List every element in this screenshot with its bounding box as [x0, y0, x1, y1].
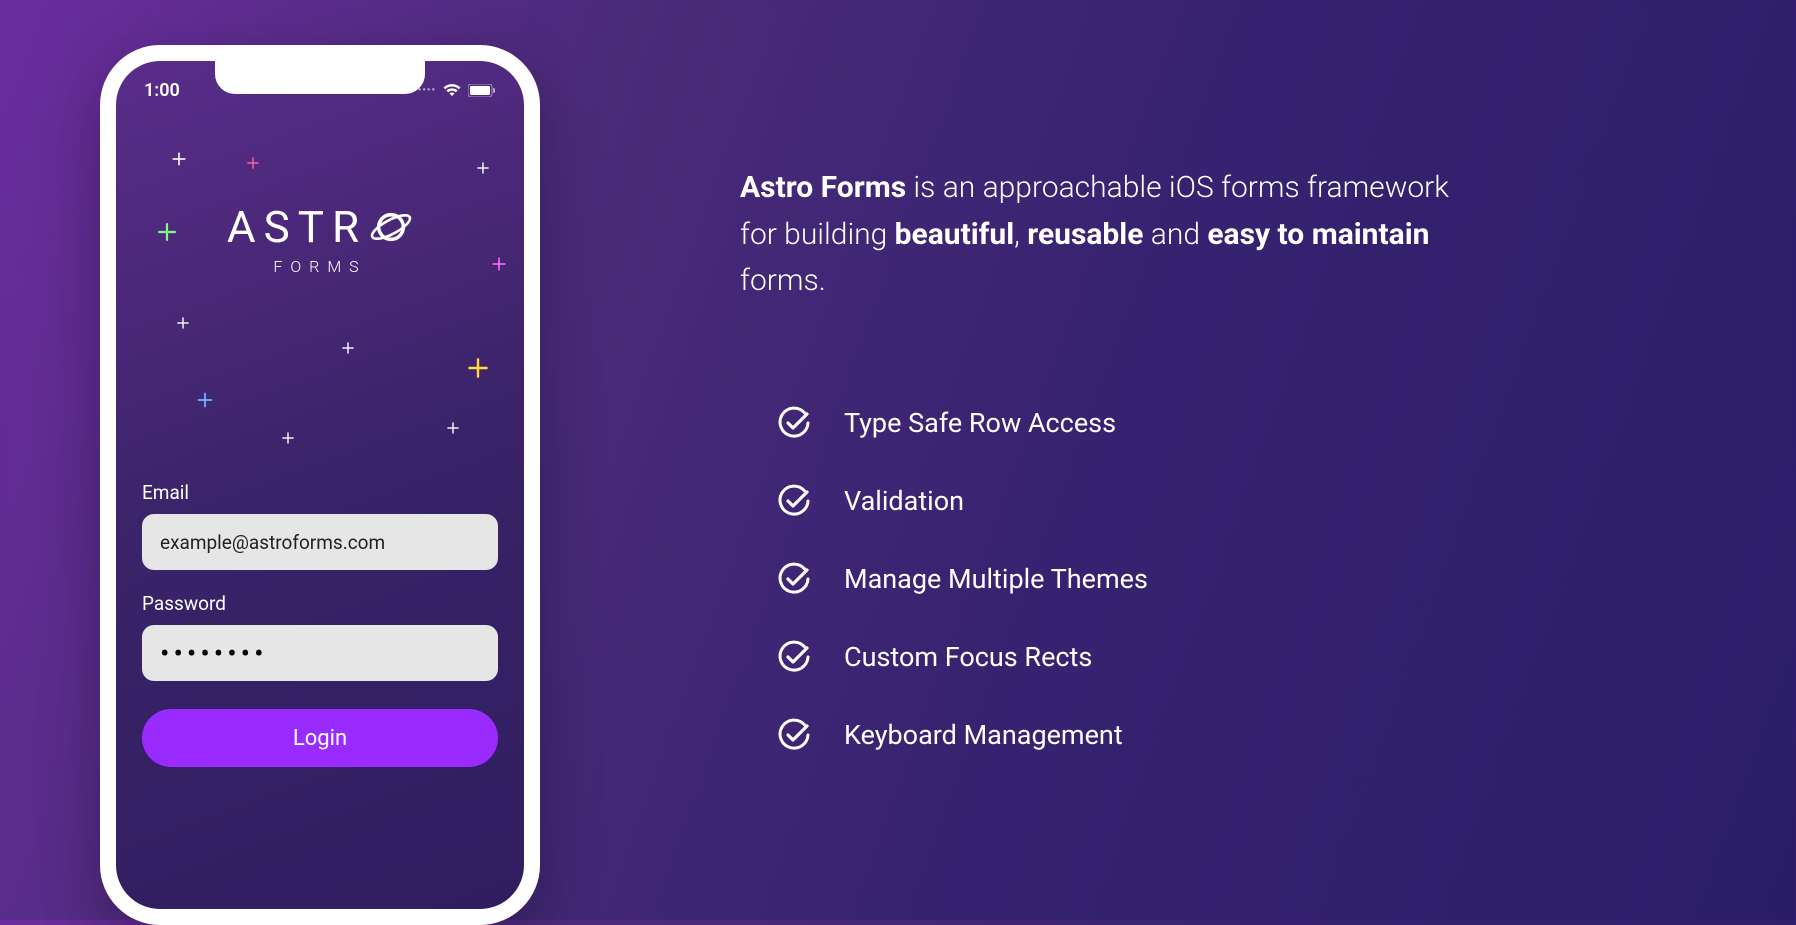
wifi-icon	[442, 83, 462, 97]
feature-label: Validation	[844, 485, 964, 517]
feature-item: Type Safe Row Access	[776, 405, 1696, 441]
star-icon	[171, 151, 187, 167]
feature-item: Validation	[776, 483, 1696, 519]
star-icon	[446, 421, 460, 435]
logo-text: ASTR	[227, 201, 367, 253]
planet-icon	[369, 205, 413, 249]
feature-label: Custom Focus Rects	[844, 641, 1092, 673]
headline: Astro Forms is an approachable iOS forms…	[740, 165, 1460, 305]
feature-item: Custom Focus Rects	[776, 639, 1696, 675]
feature-item: Keyboard Management	[776, 717, 1696, 753]
star-icon	[176, 316, 190, 330]
feature-item: Manage Multiple Themes	[776, 561, 1696, 597]
check-icon	[776, 717, 812, 753]
check-icon	[776, 405, 812, 441]
login-form: Email Password •••••••• Login	[142, 481, 498, 767]
password-label: Password	[142, 592, 498, 615]
feature-label: Type Safe Row Access	[844, 407, 1116, 439]
phone-screen: 1:00 ••••	[116, 61, 524, 909]
check-icon	[776, 483, 812, 519]
check-icon	[776, 639, 812, 675]
password-field[interactable]: ••••••••	[142, 625, 498, 681]
star-icon	[246, 156, 260, 170]
email-field[interactable]	[142, 514, 498, 570]
phone-mockup: 1:00 ••••	[100, 45, 540, 925]
phone-notch	[215, 61, 425, 94]
star-icon	[281, 431, 295, 445]
star-icon	[476, 161, 490, 175]
logo-subtitle: FORMS	[116, 257, 524, 276]
feature-list: Type Safe Row Access Validation Manage M…	[776, 405, 1696, 753]
star-icon	[466, 356, 490, 380]
star-icon	[341, 341, 355, 355]
battery-icon	[468, 84, 496, 97]
feature-label: Manage Multiple Themes	[844, 563, 1148, 595]
login-button[interactable]: Login	[142, 709, 498, 767]
star-icon	[196, 391, 214, 409]
feature-label: Keyboard Management	[844, 719, 1123, 751]
check-icon	[776, 561, 812, 597]
status-time: 1:00	[144, 80, 180, 101]
email-label: Email	[142, 481, 498, 504]
app-logo: ASTR FORMS	[116, 201, 524, 276]
